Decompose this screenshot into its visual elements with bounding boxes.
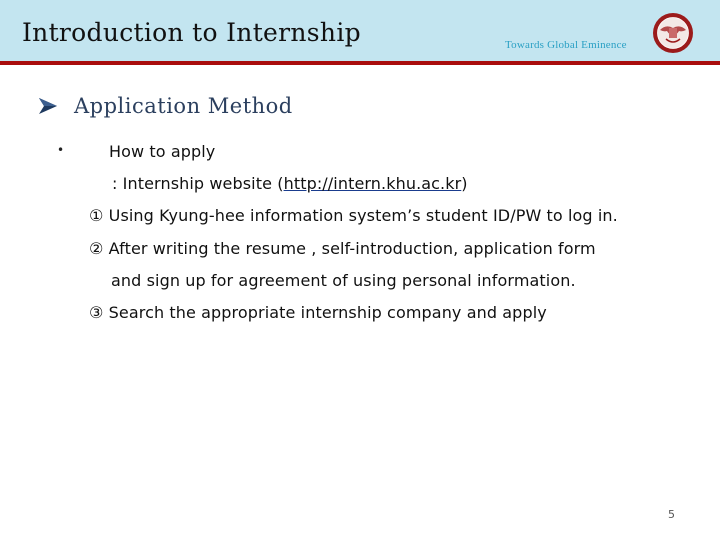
step-marker: ①	[89, 206, 104, 225]
page-number: 5	[668, 508, 675, 521]
step-marker: ②	[89, 239, 104, 258]
website-line: : Internship website (http://intern.khu.…	[112, 174, 468, 193]
website-link[interactable]: http://intern.khu.ac.kr	[284, 174, 462, 193]
step-text: Search the appropriate internship compan…	[103, 303, 547, 322]
tagline: Towards Global Eminence	[505, 39, 627, 51]
university-seal-icon	[653, 13, 693, 53]
bullet-dot: •	[57, 143, 65, 157]
step-2-continuation: and sign up for agreement of using perso…	[111, 271, 576, 290]
step-3: ③ Search the appropriate internship comp…	[89, 303, 547, 322]
slide-title: Introduction to Internship	[22, 18, 361, 47]
step-text: and sign up for agreement of using perso…	[111, 271, 576, 290]
step-2: ② After writing the resume , self-introd…	[89, 239, 596, 258]
step-marker: ③	[89, 303, 104, 322]
step-text: Using Kyung-hee information system’s stu…	[103, 206, 618, 225]
step-text: After writing the resume , self-introduc…	[103, 239, 596, 258]
arrow-bullet-icon	[39, 98, 57, 114]
section-heading: Application Method	[74, 94, 293, 118]
website-suffix: )	[461, 174, 468, 193]
subheading: How to apply	[109, 142, 216, 161]
section-heading-row: Application Method	[38, 94, 293, 118]
step-1: ① Using Kyung-hee information system’s s…	[89, 206, 618, 225]
website-prefix: : Internship website (	[112, 174, 284, 193]
header-divider	[0, 61, 720, 65]
